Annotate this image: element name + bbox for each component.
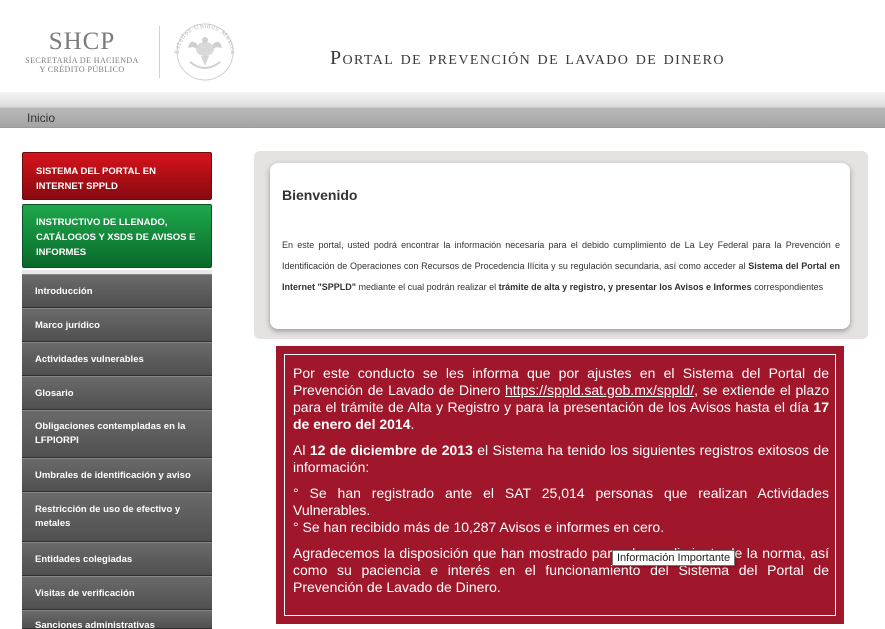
notice-border: Por este conducto se les informa que por… [284,354,836,616]
welcome-panel: Bienvenido En este portal, usted podrá e… [254,151,868,339]
welcome-title: Bienvenido [282,187,358,203]
sppld-system-button[interactable]: SISTEMA DEL PORTAL EN INTERNET SPPLD [22,152,212,200]
sidebar-item-actividades-vulnerables[interactable]: Actividades vulnerables [22,342,212,376]
instructivo-button[interactable]: INSTRUCTIVO DE LLENADO, CATÁLOGOS Y XSDs… [22,204,212,268]
welcome-text: En este portal, usted podrá encontrar la… [282,235,840,298]
notice-bullet: ° Se han recibido más de 10,287 Avisos e… [293,519,665,535]
notice-paragraph-2: Al 12 de diciembre de 2013 el Sistema ha… [293,442,829,476]
shcp-logo[interactable]: SHCP Secretaría de Hacienda y Crédito Pú… [22,28,142,74]
sidebar-item-label: Obligaciones contempladas en la LFPIORPI [35,421,186,446]
sidebar-item-umbrales[interactable]: Umbrales de identificación y aviso [22,458,212,492]
sidebar-item-label: Sanciones administrativas [35,620,155,629]
welcome-text-part: mediante el cual podrán realizar el [356,282,499,292]
portal-title: Portal de prevención de lavado de dinero [330,47,725,69]
important-notice: Por este conducto se les informa que por… [276,346,844,624]
notice-text: Por este conducto se les informa que por… [293,365,829,605]
sidebar-item-introduccion[interactable]: Introducción [22,274,212,308]
sppld-system-label: SISTEMA DEL PORTAL EN INTERNET SPPLD [36,166,156,192]
sidebar-item-obligaciones[interactable]: Obligaciones contempladas en la LFPIORPI [22,410,212,458]
sidebar-item-entidades-colegiadas[interactable]: Entidades colegiadas [22,542,212,576]
sidebar-item-label: Introducción [35,286,93,297]
header-band [0,92,885,108]
sidebar-item-glosario[interactable]: Glosario [22,376,212,410]
sidebar-item-label: Glosario [35,388,74,399]
notice-bullet: ° Se han registrado ante el SAT 25,014 p… [293,485,829,518]
sidebar-item-sanciones[interactable]: Sanciones administrativas [22,610,212,629]
logo-divider [159,26,160,78]
sidebar-item-label: Umbrales de identificación y aviso [35,470,191,481]
logo-acronym: SHCP [48,28,116,55]
sidebar-item-label: Marco jurídico [35,320,100,331]
page-header: SHCP Secretaría de Hacienda y Crédito Pú… [0,0,885,92]
notice-paragraph-1: Por este conducto se les informa que por… [293,365,829,433]
notice-text-part: . [410,416,415,432]
welcome-card: Bienvenido En este portal, usted podrá e… [270,163,850,329]
notice-text-part: Al [293,442,310,458]
welcome-tramite: trámite de alta y registro, y presentar … [498,282,752,292]
instructivo-label: INSTRUCTIVO DE LLENADO, CATÁLOGOS Y XSDs… [36,217,196,258]
mexico-seal-icon: Estados Unidos Mexicanos [170,16,236,81]
notice-paragraph-4: Agradecemos la disposición que han mostr… [293,545,829,595]
sidebar-item-label: Entidades colegiadas [35,554,133,565]
logo-line-1: Secretaría de Hacienda [25,56,139,65]
sidebar-item-label: Actividades vulnerables [35,354,144,365]
notice-bullets: ° Se han registrado ante el SAT 25,014 p… [293,485,829,536]
logo-line-2: y Crédito Público [39,65,125,74]
sppld-link[interactable]: https://sppld.sat.gob.mx/sppld/ [505,382,694,398]
sidebar-item-visitas-verificacion[interactable]: Visitas de verificación [22,576,212,610]
registry-date: 12 de diciembre de 2013 [309,442,473,458]
welcome-text-part: correspondientes [751,282,824,292]
sidebar-item-restriccion-efectivo[interactable]: Restricción de uso de efectivo y metales [22,492,212,542]
sidebar-item-label: Restricción de uso de efectivo y metales [35,504,181,529]
sidebar-item-marco-juridico[interactable]: Marco jurídico [22,308,212,342]
breadcrumb-home-link[interactable]: Inicio [27,111,55,125]
breadcrumb: Inicio [0,108,885,128]
sidebar-item-label: Visitas de verificación [35,588,135,599]
tooltip: Información Importante [612,550,736,566]
